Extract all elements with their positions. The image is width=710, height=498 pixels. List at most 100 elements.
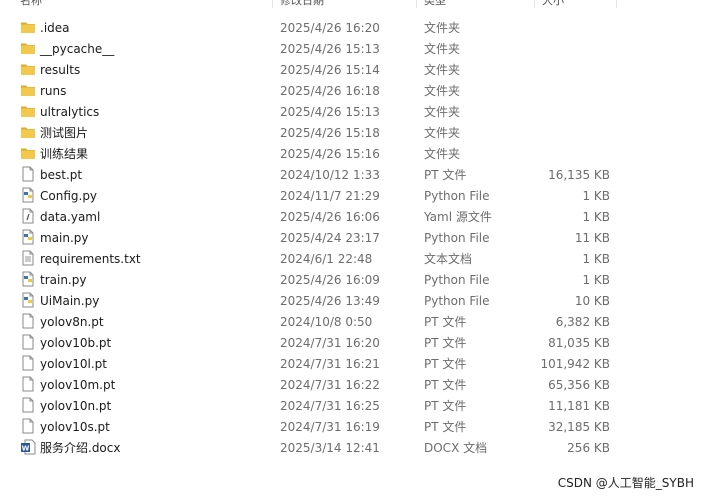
file-date: 2025/4/26 15:16 [280, 147, 380, 161]
file-name: data.yaml [40, 210, 101, 224]
file-size: 81,035 KB [548, 336, 610, 350]
file-size: 11,181 KB [548, 399, 610, 413]
folder-icon [20, 103, 36, 119]
column-header-bar: 名称 修改日期 类型 大小 [0, 0, 620, 10]
list-item[interactable]: 测试图片 2025/4/26 15:18 文件夹 [0, 122, 620, 143]
file-date: 2025/4/26 16:20 [280, 21, 380, 35]
file-type: Yaml 源文件 [424, 210, 492, 224]
list-item[interactable]: runs 2025/4/26 16:18 文件夹 [0, 80, 620, 101]
column-header-type[interactable]: 类型 [424, 0, 446, 10]
folder-icon [20, 40, 36, 56]
list-item[interactable]: 训练结果 2025/4/26 15:16 文件夹 [0, 143, 620, 164]
file-date: 2024/6/1 22:48 [280, 252, 373, 266]
list-item[interactable]: yolov10s.pt 2024/7/31 16:19 PT 文件 32,185 KB [0, 416, 620, 437]
file-date: 2025/4/26 15:14 [280, 63, 380, 77]
list-item[interactable]: Config.py 2024/11/7 21:29 Python File 1 KB [0, 185, 620, 206]
file-type: 文件夹 [424, 84, 461, 98]
list-item[interactable]: yolov8n.pt 2024/10/8 0:50 PT 文件 6,382 KB [0, 311, 620, 332]
file-name: 服务介绍.docx [40, 441, 121, 455]
file-size: 6,382 KB [555, 315, 610, 329]
file-size: 1 KB [582, 273, 610, 287]
file-size: 256 KB [567, 441, 610, 455]
list-item[interactable]: __pycache__ 2025/4/26 15:13 文件夹 [0, 38, 620, 59]
list-item[interactable]: yolov10b.pt 2024/7/31 16:20 PT 文件 81,035 KB [0, 332, 620, 353]
file-explorer: 名称 修改日期 类型 大小 .idea 2025/4/26 16:20 文件夹 __p… [0, 0, 710, 498]
file-type: DOCX 文档 [424, 441, 488, 455]
list-item[interactable]: UiMain.py 2025/4/26 13:49 Python File 10 KB [0, 290, 620, 311]
python-file-icon [20, 292, 36, 308]
file-date: 2024/7/31 16:19 [280, 420, 380, 434]
file-type: PT 文件 [424, 168, 467, 182]
column-header-date[interactable]: 修改日期 [280, 0, 324, 10]
file-date: 2025/4/26 13:49 [280, 294, 380, 308]
text-file-icon [20, 250, 36, 266]
file-type: 文件夹 [424, 63, 461, 77]
column-header-name[interactable]: 名称 [20, 0, 42, 10]
file-date: 2025/3/14 12:41 [280, 441, 380, 455]
list-item[interactable]: yolov10n.pt 2024/7/31 16:25 PT 文件 11,181 KB [0, 395, 620, 416]
file-name: __pycache__ [40, 42, 115, 56]
python-file-icon [20, 229, 36, 245]
file-size: 1 KB [582, 210, 610, 224]
file-type: PT 文件 [424, 315, 467, 329]
file-date: 2024/10/12 1:33 [280, 168, 380, 182]
list-item[interactable]: data.yaml 2025/4/26 16:06 Yaml 源文件 1 KB [0, 206, 620, 227]
file-date: 2025/4/24 23:17 [280, 231, 380, 245]
file-icon [20, 313, 36, 329]
yaml-file-icon [20, 208, 36, 224]
list-item[interactable]: yolov10m.pt 2024/7/31 16:22 PT 文件 65,356 KB [0, 374, 620, 395]
file-type: Python File [424, 189, 490, 203]
list-item[interactable]: best.pt 2024/10/12 1:33 PT 文件 16,135 KB [0, 164, 620, 185]
list-item[interactable]: train.py 2025/4/26 16:09 Python File 1 KB [0, 269, 620, 290]
column-divider[interactable] [616, 0, 617, 8]
python-file-icon [20, 187, 36, 203]
file-icon [20, 334, 36, 350]
python-file-icon [20, 271, 36, 287]
file-type: 文件夹 [424, 147, 461, 161]
file-icon [20, 355, 36, 371]
file-icon [20, 376, 36, 392]
svg-text:W: W [22, 444, 30, 452]
file-size [520, 41, 610, 57]
file-name: UiMain.py [40, 294, 100, 308]
file-icon [20, 397, 36, 413]
folder-icon [20, 145, 36, 161]
file-type: 文本文档 [424, 252, 473, 266]
column-divider[interactable] [272, 0, 273, 8]
file-name: yolov10n.pt [40, 399, 112, 413]
file-name: .idea [40, 21, 70, 35]
list-item[interactable]: .idea 2025/4/26 16:20 文件夹 [0, 17, 620, 38]
file-date: 2025/4/26 15:13 [280, 42, 380, 56]
file-name: 训练结果 [40, 147, 89, 161]
list-item[interactable]: ultralytics 2025/4/26 15:13 文件夹 [0, 101, 620, 122]
file-size [520, 125, 610, 141]
list-item[interactable]: requirements.txt 2024/6/1 22:48 文本文档 1 KB [0, 248, 620, 269]
list-item[interactable]: W 服务介绍.docx 2025/3/14 12:41 DOCX 文档 256 KB [0, 437, 620, 458]
file-size: 32,185 KB [548, 420, 610, 434]
file-date: 2025/4/26 15:18 [280, 126, 380, 140]
file-type: PT 文件 [424, 357, 467, 371]
file-size: 1 KB [582, 252, 610, 266]
file-date: 2024/11/7 21:29 [280, 189, 380, 203]
column-header-size[interactable]: 大小 [542, 0, 564, 10]
file-date: 2025/4/26 16:09 [280, 273, 380, 287]
file-date: 2025/4/26 15:13 [280, 105, 380, 119]
file-size: 1 KB [582, 189, 610, 203]
file-name: 测试图片 [40, 126, 89, 140]
file-name: yolov10l.pt [40, 357, 107, 371]
file-size [520, 20, 610, 36]
file-type: Python File [424, 294, 490, 308]
folder-icon [20, 19, 36, 35]
file-size [520, 83, 610, 99]
file-icon [20, 166, 36, 182]
list-item[interactable]: results 2025/4/26 15:14 文件夹 [0, 59, 620, 80]
list-item[interactable]: main.py 2025/4/24 23:17 Python File 11 KB [0, 227, 620, 248]
file-size [520, 146, 610, 162]
file-name: yolov10b.pt [40, 336, 112, 350]
file-name: train.py [40, 273, 87, 287]
column-divider[interactable] [416, 0, 417, 8]
file-type: 文件夹 [424, 126, 461, 140]
column-divider[interactable] [534, 0, 535, 8]
file-type: 文件夹 [424, 21, 461, 35]
list-item[interactable]: yolov10l.pt 2024/7/31 16:21 PT 文件 101,942 K… [0, 353, 620, 374]
